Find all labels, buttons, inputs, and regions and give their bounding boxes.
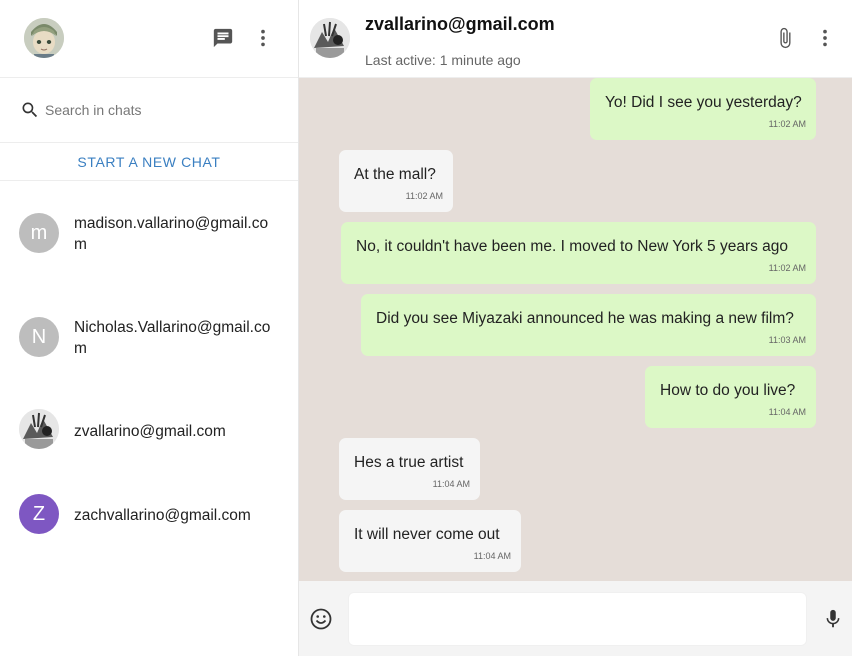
message-time: 11:03 AM xyxy=(768,335,806,345)
message-time: 11:02 AM xyxy=(768,263,806,273)
contact-avatar: N xyxy=(19,317,59,357)
message-bubble-incoming: Hes a true artist 11:04 AM xyxy=(339,438,480,500)
message-bubble-outgoing: Did you see Miyazaki announced he was ma… xyxy=(361,294,816,356)
message-time: 11:04 AM xyxy=(768,407,806,417)
message-time: 11:04 AM xyxy=(432,479,470,489)
contact-avatar: m xyxy=(19,213,59,253)
message-time: 11:02 AM xyxy=(405,191,443,201)
message-bubble-outgoing: How to do you live? 11:04 AM xyxy=(645,366,816,428)
message-bubble-incoming: It will never come out 11:04 AM xyxy=(339,510,521,572)
new-chat-icon[interactable] xyxy=(208,23,238,53)
paperclip-icon[interactable] xyxy=(770,23,800,53)
contact-item[interactable]: m madison.vallarino@gmail.com xyxy=(0,182,298,284)
message-bubble-outgoing: No, it couldn't have been me. I moved to… xyxy=(341,222,816,284)
message-input[interactable] xyxy=(348,592,807,646)
more-vert-icon[interactable] xyxy=(248,23,278,53)
contact-name: zvallarino@gmail.com xyxy=(74,423,226,440)
message-text: Yo! Did I see you yesterday? xyxy=(605,94,802,111)
message-text: How to do you live? xyxy=(660,382,796,399)
message-bubble-outgoing: Yo! Did I see you yesterday? 11:02 AM xyxy=(590,78,816,140)
search-bar xyxy=(0,78,298,143)
chat-panel: zvallarino@gmail.com Last active: 1 minu… xyxy=(299,0,852,656)
search-icon xyxy=(20,100,40,120)
user-avatar[interactable] xyxy=(24,18,64,58)
last-active-status: Last active: 1 minute ago xyxy=(365,52,521,68)
message-list[interactable]: Yo! Did I see you yesterday? 11:02 AM At… xyxy=(299,78,852,581)
user-avatar-image xyxy=(24,18,64,58)
contact-avatar: Z xyxy=(19,494,59,534)
more-vert-icon[interactable] xyxy=(810,23,840,53)
chat-title: zvallarino@gmail.com xyxy=(365,14,555,34)
emoji-icon[interactable] xyxy=(306,604,336,634)
message-bubble-incoming: At the mall? 11:02 AM xyxy=(339,150,453,212)
contact-name: madison.vallarino@gmail.com xyxy=(74,215,269,253)
message-text: No, it couldn't have been me. I moved to… xyxy=(356,238,789,255)
message-composer xyxy=(299,581,852,656)
contact-name: Nicholas.Vallarino@gmail.com xyxy=(74,319,271,357)
search-input[interactable] xyxy=(45,98,275,122)
message-text: It will never come out xyxy=(354,526,500,543)
start-new-chat-button[interactable]: START A NEW CHAT xyxy=(0,143,298,181)
contact-name: zachvallarino@gmail.com xyxy=(74,507,251,524)
contact-item[interactable]: zvallarino@gmail.com xyxy=(0,388,298,474)
message-text: Hes a true artist xyxy=(354,454,464,471)
sidebar-header xyxy=(0,0,298,78)
message-time: 11:04 AM xyxy=(473,551,511,561)
message-text: Did you see Miyazaki announced he was ma… xyxy=(376,310,794,327)
chat-avatar[interactable] xyxy=(310,18,350,58)
contact-item[interactable]: Z zachvallarino@gmail.com xyxy=(0,474,298,556)
message-text: At the mall? xyxy=(354,166,436,183)
contact-item[interactable]: N Nicholas.Vallarino@gmail.com xyxy=(0,284,298,388)
message-time: 11:02 AM xyxy=(768,119,806,129)
mic-icon[interactable] xyxy=(818,604,848,634)
chat-header: zvallarino@gmail.com Last active: 1 minu… xyxy=(299,0,852,78)
sidebar: START A NEW CHAT m madison.vallarino@gma… xyxy=(0,0,299,656)
contact-avatar xyxy=(19,409,59,449)
